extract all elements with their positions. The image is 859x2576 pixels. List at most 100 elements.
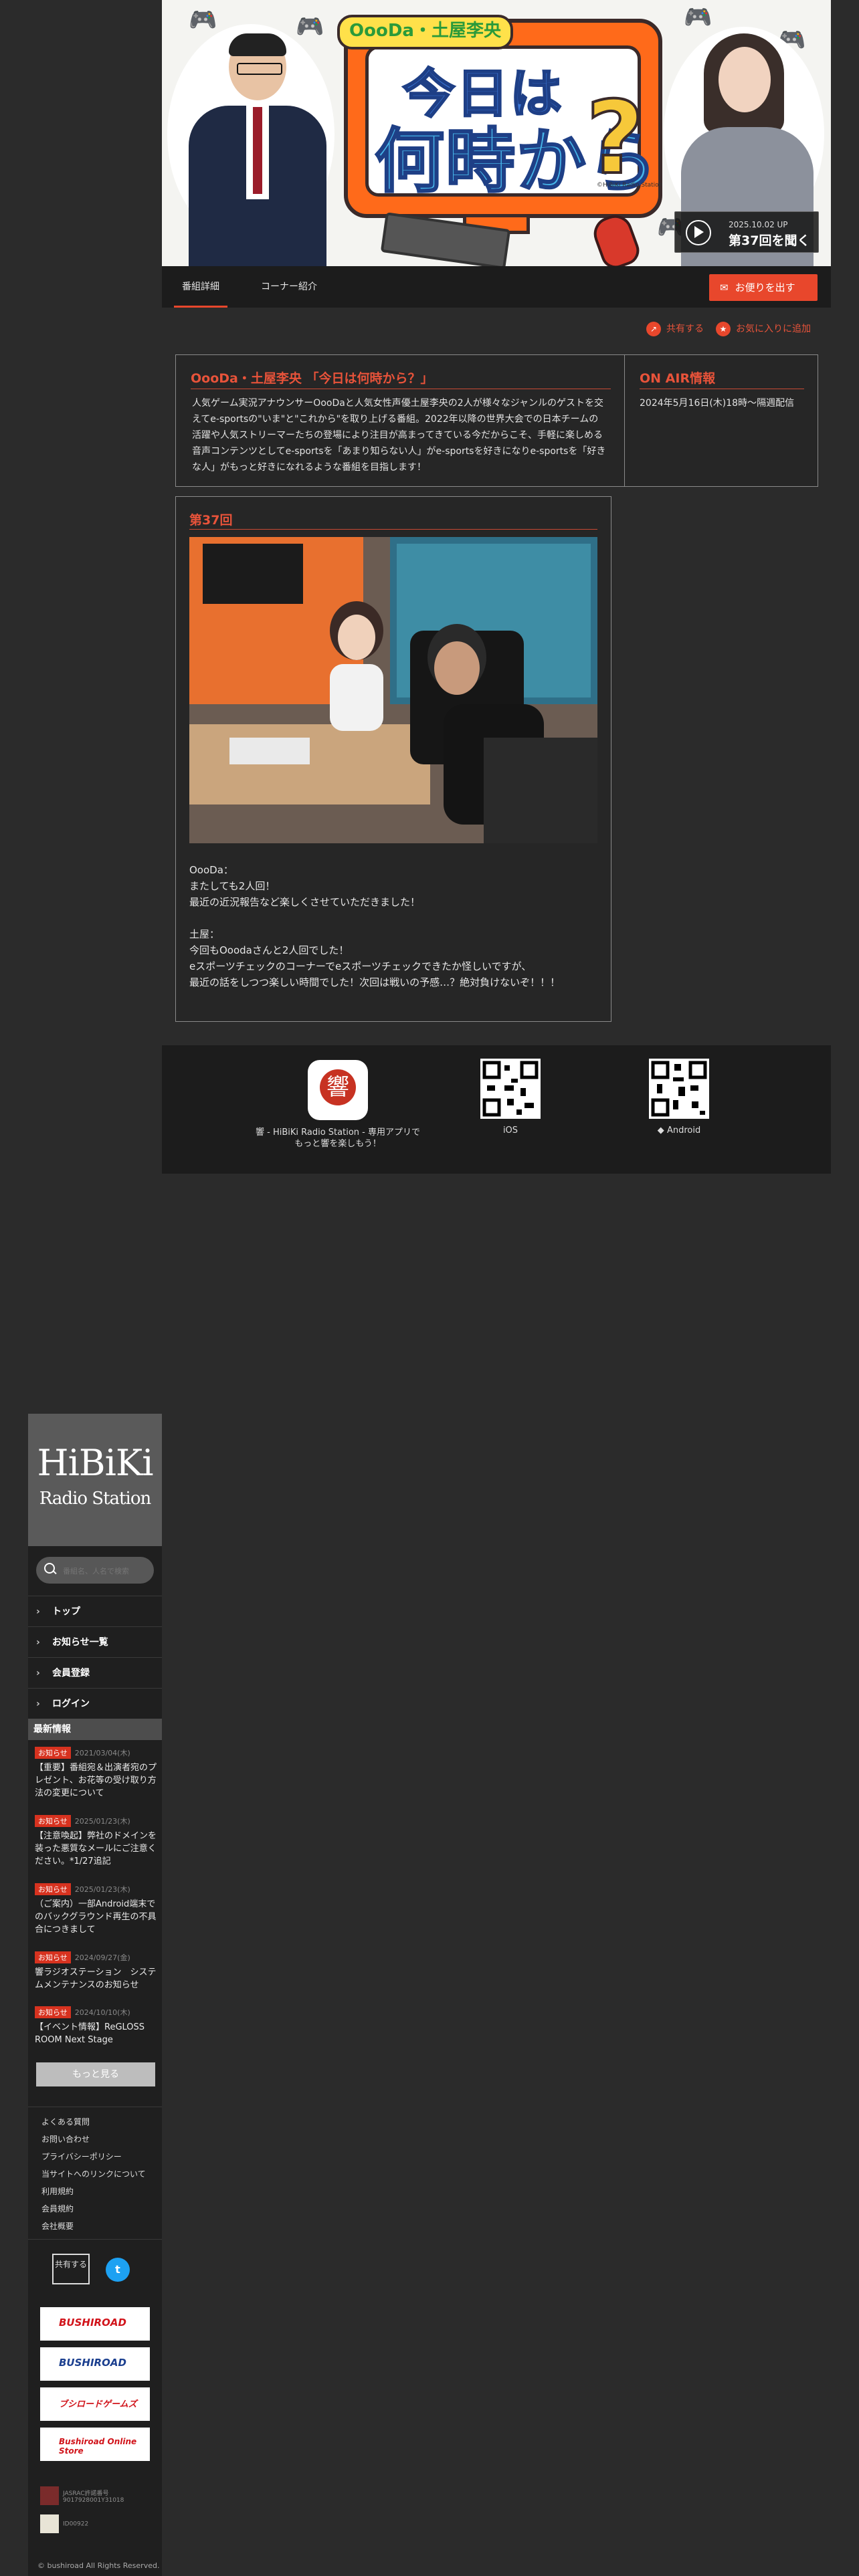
nav-register[interactable]: › 会員登録 — [28, 1657, 162, 1689]
twitter-icon[interactable]: t — [106, 2258, 130, 2282]
logo-question-mark: ? — [585, 79, 646, 198]
on-air-title: ON AIR情報 — [640, 371, 716, 386]
program-banner: 🎮 🎮 🎮 🎮 🎮 🎮 OooDa・土屋李央 今日は 何時から ? ©HiBiK… — [162, 0, 831, 266]
news-tag: お知らせ — [35, 1951, 71, 1963]
sidebar-share-button[interactable]: 共有する — [52, 2254, 90, 2284]
chevron-right-icon: › — [36, 1606, 40, 1617]
android-icon: ◆ — [657, 1125, 664, 1136]
studio-photo-illustration — [189, 537, 597, 843]
footer-link-member-terms[interactable]: 会員規約 — [41, 2203, 74, 2214]
news-tag: お知らせ — [35, 2006, 71, 2018]
share-label: 共有する — [666, 324, 704, 334]
logo-line1: HiBiKi — [37, 1442, 154, 1484]
banner-copyright: ©HiBiKi Radio Station — [597, 182, 663, 189]
program-description: 人気ゲーム実況アナウンサーOooDaと人気女性声優土屋李央の2人が様々なジャンル… — [192, 398, 606, 473]
star-icon: ★ — [716, 322, 731, 336]
site-logo[interactable]: HiBiKi Radio Station — [28, 1414, 162, 1546]
chevron-right-icon: › — [36, 1637, 40, 1648]
play-date: 2025.10.02 UP — [729, 220, 788, 229]
search-icon-handle — [52, 1570, 57, 1575]
news-date: 2025/01/23(木) — [74, 1885, 130, 1894]
play-icon — [694, 226, 704, 238]
news-text: 【イベント情報】ReGLOSS ROOM Next Stage — [35, 2022, 145, 2045]
news-tag: お知らせ — [35, 1883, 71, 1895]
favorite-label: お気に入りに追加 — [736, 324, 811, 334]
favorite-action[interactable]: ★ お気に入りに追加 — [716, 321, 811, 337]
news-item[interactable]: お知らせ 2021/03/04(木) 【重要】番組宛＆出演者宛のプレゼント、お花等… — [35, 1745, 158, 1800]
sidebar-copyright: © bushiroad All Rights Reserved. — [37, 2561, 160, 2570]
search-box[interactable] — [36, 1557, 154, 1584]
footer-link-terms[interactable]: 利用規約 — [41, 2185, 74, 2197]
ios-label: iOS — [502, 1125, 518, 1136]
news-heading: 最新情報 — [28, 1719, 162, 1740]
news-text: （ご案内）一部Android端末でのバックグラウンド再生の不具合につきまして — [35, 1899, 157, 1935]
host-photo-left — [182, 33, 329, 266]
news-date: 2021/03/04(木) — [74, 1749, 130, 1757]
app-caption-line1: 響 - HiBiKi Radio Station - 専用アプリで — [256, 1128, 420, 1138]
controller-pattern-icon: 🎮 — [189, 7, 217, 33]
nextone-badge: ID00922 — [40, 2514, 88, 2533]
on-air-box: ON AIR情報 2024年5月16日(木)18時〜隔週配信 — [624, 354, 818, 487]
share-action[interactable]: ↗ 共有する — [646, 321, 704, 337]
news-tag: お知らせ — [35, 1747, 71, 1759]
app-download-strip: 響 響 - HiBiKi Radio Station - 専用アプリで もっと響… — [162, 1045, 831, 1174]
mail-icon: ✉ — [720, 282, 729, 294]
jasrac-icon — [40, 2486, 59, 2505]
nextone-icon — [40, 2514, 59, 2533]
ad-online-store[interactable]: Bushiroad Online Store — [40, 2428, 150, 2461]
ad-bushiroad-move[interactable]: BUSHIROAD — [40, 2347, 150, 2381]
news-text: 【注意喚起】弊社のドメインを装った悪質なメールにご注意ください。*1/27追記 — [35, 1831, 157, 1866]
share-icon: ↗ — [646, 322, 661, 336]
play-latest-button[interactable]: 2025.10.02 UP 第37回を聞く — [674, 211, 819, 253]
play-title: 第37回を聞く — [729, 233, 810, 248]
on-air-text: 2024年5月16日(木)18時〜隔週配信 — [640, 398, 795, 409]
logo-tag: OooDa・土屋李央 — [337, 15, 513, 49]
news-item[interactable]: お知らせ 2024/09/27(金) 響ラジオステーション システムメンテナンスの… — [35, 1950, 158, 1992]
ad-bushiroad[interactable]: BUSHIROAD — [40, 2307, 150, 2341]
news-date: 2024/10/10(木) — [74, 2008, 130, 2017]
ios-qr-code[interactable] — [480, 1059, 541, 1119]
controller-pattern-icon: 🎮 — [684, 4, 712, 31]
mouse-illustration — [589, 210, 644, 266]
news-date: 2025/01/23(木) — [74, 1817, 130, 1826]
search-input[interactable] — [62, 1563, 151, 1579]
footer-link-linking[interactable]: 当サイトへのリンクについて — [41, 2168, 146, 2179]
episode-box: 第37回 OooDa： またしても2人回！ 最近の近況報告など楽しくさせていただ… — [175, 496, 611, 1022]
divider — [189, 529, 597, 530]
divider — [28, 2239, 162, 2240]
episode-title: 第37回 — [189, 513, 233, 528]
episode-body: OooDa： またしても2人回！ 最近の近況報告など楽しくさせていただきました！… — [189, 864, 561, 988]
send-letter-button[interactable]: ✉ お便りを出す — [709, 274, 818, 301]
episode-photo — [189, 537, 597, 843]
footer-link-privacy[interactable]: プライバシーポリシー — [41, 2151, 122, 2162]
android-qr-code[interactable] — [649, 1059, 709, 1119]
tab-program-detail[interactable]: 番組詳細 — [174, 266, 227, 308]
chevron-right-icon: › — [36, 1668, 40, 1679]
jasrac-badge: JASRAC許諾番号 9017928001Y31018 — [40, 2486, 149, 2505]
android-label: ◆ Android — [657, 1125, 701, 1136]
app-caption: 響 - HiBiKi Radio Station - 専用アプリで もっと響を楽… — [249, 1127, 427, 1150]
nav-news-list[interactable]: › お知らせ一覧 — [28, 1626, 162, 1658]
sidebar: HiBiKi Radio Station ›トップ ›お知らせ一覧 ›会員登録 … — [28, 1414, 162, 2576]
more-news-button[interactable]: もっと見る — [36, 2062, 155, 2086]
program-title: OooDa・土屋李央 「今日は何時から？」 — [191, 371, 434, 386]
nav-top[interactable]: › トップ — [28, 1596, 162, 1627]
program-info-box: OooDa・土屋李央 「今日は何時から？」 人気ゲーム実況アナウンサーOooDa… — [175, 354, 625, 487]
nav-login[interactable]: › ログイン — [28, 1688, 162, 1719]
chevron-right-icon: › — [36, 1699, 40, 1709]
send-letter-label: お便りを出す — [735, 282, 795, 294]
news-item[interactable]: お知らせ 2025/01/23(木) 【注意喚起】弊社のドメインを装った悪質なメー… — [35, 1814, 158, 1868]
ad-bushiroad-games[interactable]: ブシロードゲームズ — [40, 2387, 150, 2421]
logo-line2: Radio Station — [39, 1489, 151, 1509]
news-tag: お知らせ — [35, 1815, 71, 1827]
app-caption-line2: もっと響を楽しもう！ — [294, 1139, 381, 1149]
footer-link-company[interactable]: 会社概要 — [41, 2220, 74, 2232]
news-text: 【重要】番組宛＆出演者宛のプレゼント、お花等の受け取り方法の変更について — [35, 1763, 157, 1798]
tab-corners[interactable]: コーナー紹介 — [261, 266, 317, 308]
footer-link-faq[interactable]: よくある質問 — [41, 2116, 90, 2127]
news-item[interactable]: お知らせ 2025/01/23(木) （ご案内）一部Android端末でのバックグ… — [35, 1882, 158, 1936]
app-icon[interactable]: 響 — [308, 1060, 368, 1120]
footer-link-contact[interactable]: お問い合わせ — [41, 2133, 90, 2145]
news-item[interactable]: お知らせ 2024/10/10(木) 【イベント情報】ReGLOSS ROOM N… — [35, 2005, 158, 2046]
news-text: 響ラジオステーション システムメンテナンスのお知らせ — [35, 1967, 157, 1990]
